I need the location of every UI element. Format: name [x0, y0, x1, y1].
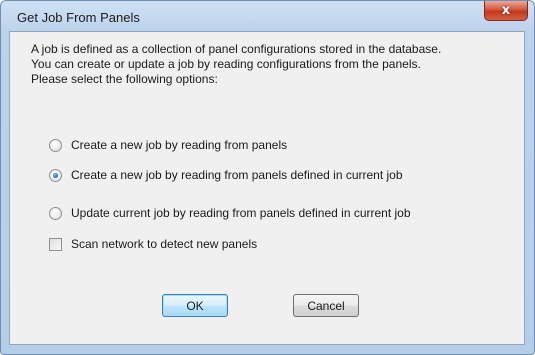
cancel-button[interactable]: Cancel [293, 294, 359, 317]
title-bar[interactable]: Get Job From Panels x [1, 1, 534, 31]
option-label: Create a new job by reading from panels … [71, 168, 403, 182]
dialog-window: Get Job From Panels x A job is defined a… [0, 0, 535, 355]
close-icon: x [501, 3, 511, 18]
close-button[interactable]: x [484, 1, 528, 21]
dialog-title: Get Job From Panels [17, 10, 140, 25]
option-update-current-job[interactable]: Update current job by reading from panel… [49, 206, 411, 220]
option-create-from-panels[interactable]: Create a new job by reading from panels [49, 138, 287, 152]
scan-network-option[interactable]: Scan network to detect new panels [49, 237, 257, 251]
option-label: Create a new job by reading from panels [71, 138, 288, 152]
description-text: A job is defined as a collection of pane… [31, 42, 511, 87]
description-line: You can create or update a job by readin… [31, 57, 421, 71]
radio-create-from-panels[interactable] [49, 138, 62, 152]
radio-update-current-job[interactable] [49, 206, 62, 220]
scan-network-checkbox[interactable] [49, 237, 62, 251]
ok-button[interactable]: OK [162, 294, 228, 317]
scan-network-label: Scan network to detect new panels [71, 237, 258, 251]
dialog-body: A job is defined as a collection of pane… [9, 31, 525, 345]
radio-create-from-current-job[interactable] [49, 168, 62, 182]
option-label: Update current job by reading from panel… [71, 206, 411, 220]
option-create-from-current-job[interactable]: Create a new job by reading from panels … [49, 168, 403, 182]
description-line: A job is defined as a collection of pane… [31, 42, 442, 56]
description-line: Please select the following options: [31, 72, 218, 86]
